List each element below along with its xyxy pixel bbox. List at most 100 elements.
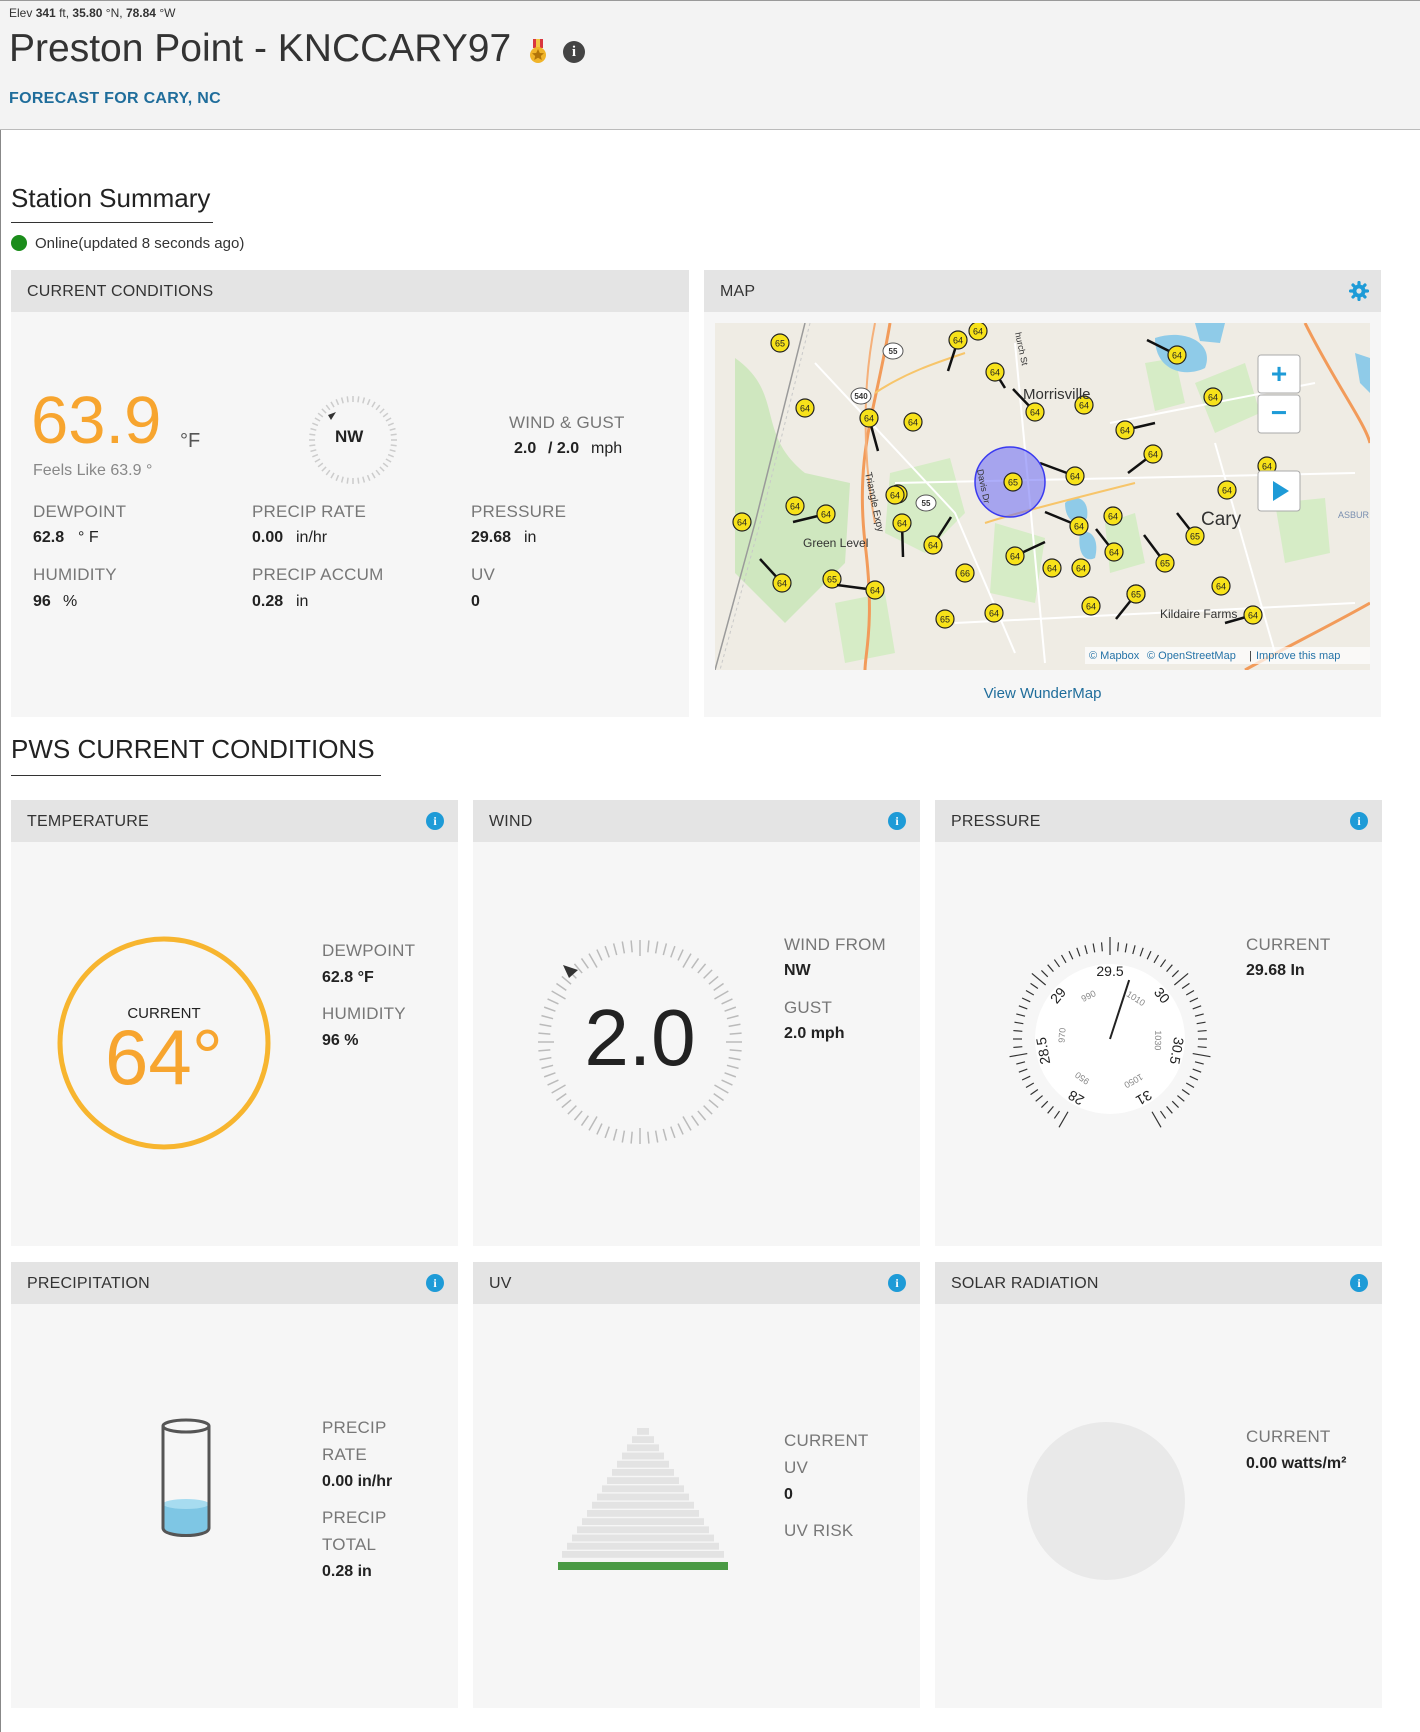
- online-status-dot: [11, 235, 27, 251]
- wundermap[interactable]: 65 64 64 64 64 64 64 64 64 64 64 64 64 64 64 64 64 64 64 64…: [715, 323, 1370, 670]
- station-marker-value: 64: [897, 519, 907, 529]
- panel-header: CURRENT CONDITIONS: [11, 270, 689, 312]
- station-marker-value: 64: [1222, 486, 1232, 496]
- precip-rate-value: 0.00 in/hr: [322, 1473, 393, 1490]
- uv-pyramid-step: [632, 1436, 654, 1443]
- panel-title: TEMPERATURE: [27, 813, 149, 830]
- station-marker-value: 64: [821, 510, 831, 520]
- online-status-text: Online(updated 8 seconds ago): [35, 235, 245, 252]
- panel-title: CURRENT CONDITIONS: [27, 283, 214, 300]
- dewpoint-unit: ° F: [78, 529, 99, 546]
- wind-direction-pointer: [328, 412, 336, 420]
- station-marker-value: 64: [928, 541, 938, 551]
- station-marker-value: 64: [777, 579, 787, 589]
- station-marker-value: 65: [827, 575, 837, 585]
- zoom-out-glyph: −: [1271, 397, 1287, 428]
- wind-from-value: NW: [784, 962, 811, 979]
- pressure-value: 29.68: [471, 529, 512, 546]
- panel-title: UV: [489, 1275, 512, 1292]
- award-badge-icon[interactable]: [528, 39, 548, 65]
- page-border-left: [0, 0, 1, 1732]
- station-marker-value: 64: [1086, 602, 1096, 612]
- station-marker-value: 64: [870, 586, 880, 596]
- uv-label: UV: [471, 565, 496, 584]
- lon-unit: °W: [159, 6, 176, 20]
- station-marker-value: 64: [864, 414, 874, 424]
- solar-info-icon[interactable]: i: [1350, 1274, 1368, 1292]
- station-marker-value: 64: [1208, 393, 1218, 403]
- current-conditions-panel: CURRENT CONDITIONS 63.9 °F Feels Like 63…: [11, 270, 689, 717]
- station-info-icon[interactable]: i: [563, 41, 585, 63]
- uv-pyramid-step: [622, 1452, 664, 1460]
- station-header: Elev 341 ft, 35.80 °N, 78.84 °W Preston …: [0, 0, 1420, 130]
- uv-pyramid-step: [592, 1501, 694, 1509]
- panel-header: PRESSURE i: [935, 800, 1382, 842]
- station-title: Preston Point - KNCCARY97: [9, 27, 512, 70]
- wind-from-label: WIND FROM: [784, 935, 886, 954]
- pressure-info-icon[interactable]: i: [1350, 812, 1368, 830]
- precip-accum-unit: in: [296, 593, 309, 610]
- station-marker-value: 64: [737, 518, 747, 528]
- osm-attribution[interactable]: © OpenStreetMap: [1147, 650, 1236, 662]
- pressure-label: PRESSURE: [471, 502, 567, 521]
- improve-map-link[interactable]: Improve this map: [1256, 650, 1340, 662]
- uv-info-icon[interactable]: i: [888, 1274, 906, 1292]
- station-marker-value: 64: [1047, 564, 1057, 574]
- uv-pyramid-step: [587, 1510, 699, 1517]
- precipitation-info-icon[interactable]: i: [426, 1274, 444, 1292]
- forecast-link[interactable]: FORECAST FOR CARY, NC: [9, 90, 221, 108]
- elev-unit: ft,: [59, 6, 70, 20]
- solar-current-value: 0.00 watts/m²: [1246, 1455, 1347, 1472]
- uv-pyramid-step: [612, 1469, 674, 1476]
- precip-rate-unit: in/hr: [296, 529, 328, 546]
- humidity-value: 96: [33, 593, 51, 610]
- gust-label: GUST: [784, 998, 833, 1017]
- station-marker-value: 64: [1109, 548, 1119, 558]
- station-marker-value: 64: [973, 327, 983, 337]
- panel-title: SOLAR RADIATION: [951, 1275, 1099, 1292]
- mapbox-attribution[interactable]: © Mapbox: [1089, 650, 1140, 662]
- station-marker-value: 65: [1190, 532, 1200, 542]
- panel-title: MAP: [720, 283, 756, 300]
- uv-current-label-1: CURRENT: [784, 1431, 869, 1450]
- station-marker-value: 64: [1070, 472, 1080, 482]
- station-summary-heading: Station Summary: [11, 183, 211, 213]
- solar-indicator-circle: [1027, 1422, 1185, 1580]
- station-marker-value: 64: [908, 418, 918, 428]
- pressure-unit: in: [524, 529, 537, 546]
- uv-current-label-2: UV: [784, 1458, 809, 1477]
- road-shield-number: 55: [889, 347, 898, 356]
- pws-heading-underline: [11, 775, 381, 776]
- precip-accum-label: PRECIP ACCUM: [252, 565, 384, 584]
- panel-header: UV i: [473, 1262, 920, 1304]
- panel-header: PRECIPITATION i: [11, 1262, 458, 1304]
- map-settings-gear-icon[interactable]: [1349, 281, 1369, 301]
- wind-panel: WIND i 2.0 WIND FROM NW GUST 2.0 mph: [473, 800, 920, 1246]
- lat-unit: °N,: [105, 6, 123, 20]
- heading-underline: [11, 222, 213, 223]
- station-marker-value: 64: [1074, 522, 1084, 532]
- wind-dial-pointer: [563, 965, 578, 978]
- pressure-gauge-label-mb: 970: [1057, 1027, 1068, 1043]
- station-marker-value: 64: [1172, 351, 1182, 361]
- feels-like: Feels Like 63.9 °: [33, 462, 153, 479]
- humidity-label: HUMIDITY: [33, 565, 117, 584]
- gust-value: 2.0 mph: [784, 1025, 845, 1042]
- uv-pyramid-step: [607, 1477, 679, 1484]
- dewpoint-value: 62.8 °F: [322, 969, 374, 986]
- precip-rate-value: 0.00: [252, 529, 284, 546]
- uv-pyramid-step: [617, 1460, 669, 1468]
- uv-value: 0: [471, 593, 480, 610]
- place-asbury: ASBUR: [1338, 510, 1370, 520]
- zoom-in-glyph: +: [1271, 358, 1287, 389]
- uv-pyramid-step: [597, 1493, 689, 1501]
- view-wundermap-link[interactable]: View WunderMap: [704, 685, 1381, 702]
- temperature-info-icon[interactable]: i: [426, 812, 444, 830]
- pressure-gauge-label-in: 29.5: [1096, 963, 1123, 979]
- station-marker-value: 64: [990, 368, 1000, 378]
- pws-heading: PWS CURRENT CONDITIONS: [11, 734, 375, 764]
- wind-info-icon[interactable]: i: [888, 812, 906, 830]
- elev-label: Elev: [9, 6, 33, 20]
- wind-gust-label: WIND & GUST: [509, 413, 625, 432]
- place-green-level: Green Level: [803, 536, 868, 550]
